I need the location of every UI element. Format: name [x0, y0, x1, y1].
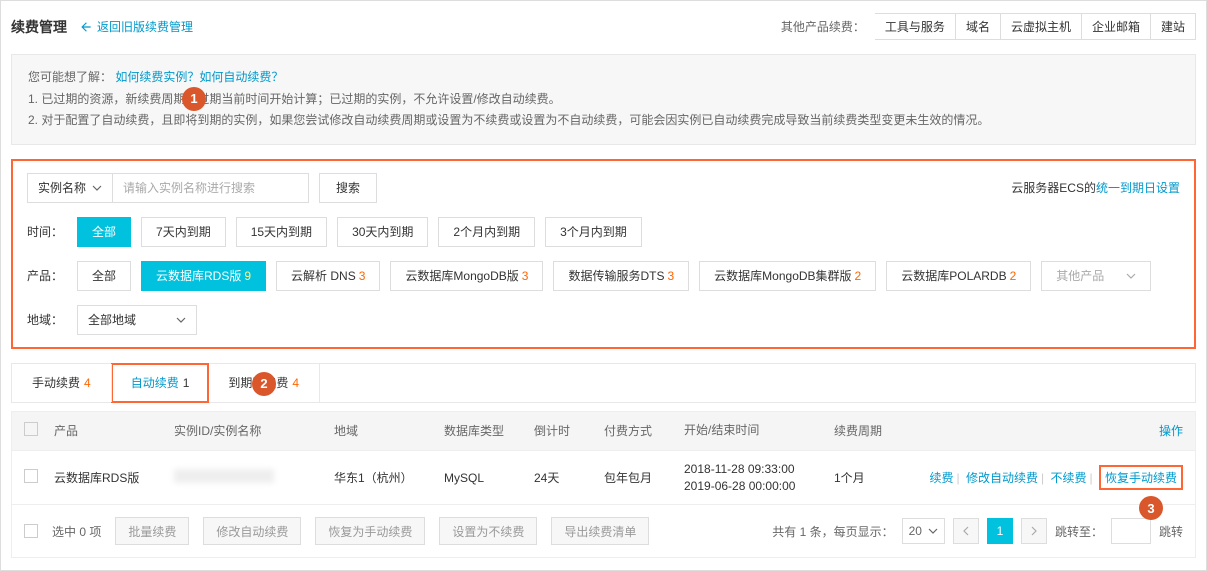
- th-countdown: 倒计时: [534, 422, 604, 439]
- tab-auto-renew[interactable]: 自动续费1: [111, 363, 210, 403]
- th-id: 实例ID/实例名称: [174, 422, 334, 439]
- name-filter-dropdown[interactable]: 实例名称: [27, 173, 113, 203]
- prod-label: 产品：: [27, 267, 77, 284]
- th-dbtype: 数据库类型: [444, 422, 534, 439]
- th-action: 操作: [904, 422, 1183, 439]
- region-dropdown[interactable]: 全部地域: [77, 305, 197, 335]
- callout-badge-1: 1: [182, 87, 206, 111]
- page-title: 续费管理: [11, 17, 67, 37]
- info-box: 您可能想了解： 如何续费实例？如何自动续费？ 1. 已过期的资源，新续费周期从过…: [11, 54, 1196, 145]
- chevron-down-icon: [176, 315, 186, 325]
- chevron-down-icon: [928, 526, 938, 536]
- header-tab-domain[interactable]: 域名: [956, 13, 1001, 40]
- prod-opt-all[interactable]: 全部: [77, 261, 131, 291]
- cell-cycle: 1个月: [834, 469, 904, 486]
- info-prefix: 您可能想了解：: [28, 70, 112, 84]
- page-size-dropdown[interactable]: 20: [902, 518, 945, 544]
- chevron-left-icon: [961, 526, 971, 536]
- selected-count: 选中 0 项: [52, 523, 101, 540]
- prod-opt-dts[interactable]: 数据传输服务DTS3: [553, 261, 689, 291]
- cell-time: 2018-11-28 09:33:00 2019-06-28 00:00:00: [684, 461, 834, 495]
- cell-actions: 续费| 修改自动续费| 不续费| 恢复手动续费: [904, 465, 1183, 490]
- cell-dbtype: MySQL: [444, 471, 534, 485]
- chevron-right-icon: [1029, 526, 1039, 536]
- region-label: 地域：: [27, 311, 77, 328]
- prod-opt-rds[interactable]: 云数据库RDS版9: [141, 261, 266, 291]
- prod-opt-dns[interactable]: 云解析 DNS3: [276, 261, 380, 291]
- ecs-label: 云服务器ECS的: [1011, 181, 1096, 195]
- next-page-button[interactable]: [1021, 518, 1047, 544]
- action-norenew[interactable]: 不续费: [1051, 471, 1087, 485]
- cell-countdown: 24天: [534, 469, 604, 486]
- ecs-expire-link[interactable]: 统一到期日设置: [1096, 181, 1180, 195]
- table-row: 云数据库RDS版 华东1（杭州） MySQL 24天 包年包月 2018-11-…: [11, 451, 1196, 506]
- back-link-text: 返回旧版续费管理: [97, 18, 193, 35]
- th-cycle: 续费周期: [834, 422, 904, 439]
- header-tab-mail[interactable]: 企业邮箱: [1082, 13, 1151, 40]
- tabs-row: 手动续费4 自动续费1 到期不续费4 2: [11, 363, 1196, 403]
- header-tab-vhost[interactable]: 云虚拟主机: [1001, 13, 1082, 40]
- prev-page-button[interactable]: [953, 518, 979, 544]
- prod-other-dropdown[interactable]: 其他产品: [1041, 261, 1151, 291]
- back-link[interactable]: 返回旧版续费管理: [79, 18, 193, 35]
- th-paytype: 付费方式: [604, 422, 684, 439]
- chevron-down-icon: [92, 183, 102, 193]
- modify-auto-button[interactable]: 修改自动续费: [203, 517, 301, 545]
- time-opt-all[interactable]: 全部: [77, 217, 131, 247]
- export-button[interactable]: 导出续费清单: [551, 517, 649, 545]
- th-time: 开始/结束时间: [684, 422, 834, 439]
- chevron-down-icon: [1126, 271, 1136, 281]
- restore-manual-button[interactable]: 恢复为手动续费: [315, 517, 425, 545]
- search-input[interactable]: [113, 173, 309, 203]
- batch-renew-button[interactable]: 批量续费: [115, 517, 189, 545]
- other-products-label: 其他产品续费：: [781, 18, 865, 35]
- action-renew[interactable]: 续费: [930, 471, 954, 485]
- time-label: 时间：: [27, 223, 77, 240]
- footer-select-all-checkbox[interactable]: [24, 524, 38, 538]
- prod-opt-polardb[interactable]: 云数据库POLARDB2: [886, 261, 1031, 291]
- time-opt-3m[interactable]: 3个月内到期: [545, 217, 642, 247]
- action-restore-manual[interactable]: 恢复手动续费: [1105, 471, 1177, 485]
- tab-manual-renew[interactable]: 手动续费4: [12, 364, 112, 402]
- header-tab-tools[interactable]: 工具与服务: [875, 13, 956, 40]
- th-product: 产品: [54, 422, 174, 439]
- jump-button[interactable]: 跳转: [1159, 523, 1183, 540]
- action-modify-auto[interactable]: 修改自动续费: [966, 471, 1038, 485]
- cell-id: [174, 469, 334, 486]
- page-number-1[interactable]: 1: [987, 518, 1013, 544]
- row-checkbox[interactable]: [24, 469, 38, 483]
- info-line2: 2. 对于配置了自动续费，且即将到期的实例，如果您尝试修改自动续费周期或设置为不…: [28, 110, 1179, 132]
- time-opt-2m[interactable]: 2个月内到期: [438, 217, 535, 247]
- set-norenew-button[interactable]: 设置为不续费: [439, 517, 537, 545]
- back-arrow-icon: [79, 20, 93, 34]
- callout-badge-3: 3: [1139, 496, 1163, 520]
- info-help-link[interactable]: 如何续费实例？如何自动续费？: [115, 70, 283, 84]
- time-opt-15d[interactable]: 15天内到期: [236, 217, 327, 247]
- header-row: 续费管理 返回旧版续费管理 其他产品续费： 工具与服务 域名 云虚拟主机 企业邮…: [11, 13, 1196, 40]
- prod-opt-mongodb[interactable]: 云数据库MongoDB版3: [390, 261, 543, 291]
- footer-row: 选中 0 项 批量续费 修改自动续费 恢复为手动续费 设置为不续费 导出续费清单…: [11, 505, 1196, 558]
- filter-box: 实例名称 搜索 云服务器ECS的统一到期日设置 时间： 全部 7天内到期 15天…: [11, 159, 1196, 349]
- table-header-row: 产品 实例ID/实例名称 地域 数据库类型 倒计时 付费方式 开始/结束时间 续…: [11, 411, 1196, 451]
- prod-opt-mongodb-cluster[interactable]: 云数据库MongoDB集群版2: [699, 261, 876, 291]
- time-opt-30d[interactable]: 30天内到期: [337, 217, 428, 247]
- search-button[interactable]: 搜索: [319, 173, 377, 203]
- callout-badge-2: 2: [252, 372, 276, 396]
- cell-paytype: 包年包月: [604, 469, 684, 486]
- jump-page-input[interactable]: [1111, 518, 1151, 544]
- total-label: 共有 1 条，每页显示：: [772, 523, 893, 540]
- jump-label: 跳转至：: [1055, 523, 1103, 540]
- th-region: 地域: [334, 422, 444, 439]
- cell-product: 云数据库RDS版: [54, 469, 174, 486]
- select-all-checkbox[interactable]: [24, 422, 38, 436]
- header-tab-site[interactable]: 建站: [1151, 13, 1196, 40]
- cell-region: 华东1（杭州）: [334, 469, 444, 486]
- time-opt-7d[interactable]: 7天内到期: [141, 217, 226, 247]
